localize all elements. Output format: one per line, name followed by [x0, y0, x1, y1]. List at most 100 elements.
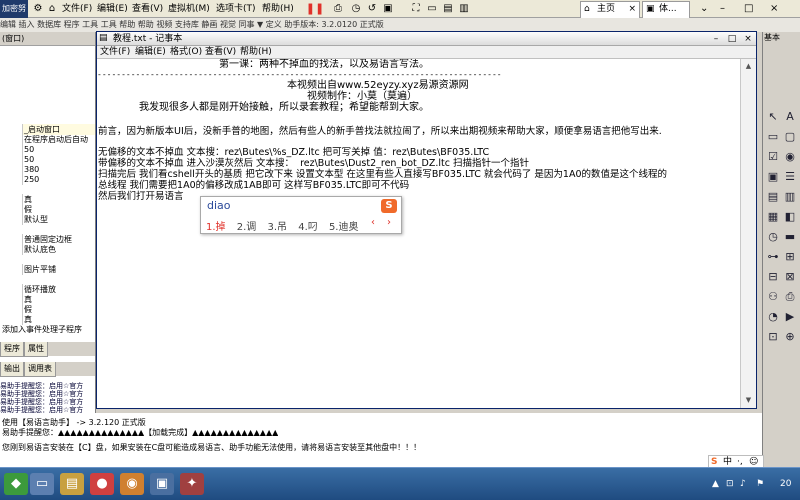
host-menu-edit[interactable]: 编辑(E) [97, 3, 128, 15]
ime-pinyin: diao [207, 199, 231, 212]
host-menu-view[interactable]: 查看(V) [132, 3, 163, 15]
scroll-up-icon[interactable]: ▲ [741, 59, 756, 73]
combobox-tool-icon[interactable]: ▤ [766, 190, 780, 204]
manage-icon[interactable]: ▣ [382, 3, 394, 15]
menu-file[interactable]: 文件(F) [100, 46, 130, 59]
button-tool-icon[interactable]: ▢ [783, 130, 797, 144]
tree-tool-icon[interactable]: ⊟ [766, 270, 780, 284]
desktop-icon[interactable]: ▭ [30, 473, 54, 495]
radio-tool-icon[interactable]: ◉ [783, 150, 797, 164]
prev-page-icon[interactable]: ‹ [371, 217, 375, 228]
up-arrow-icon[interactable]: ▲ [712, 478, 719, 490]
ime-candidate[interactable]: 2.调 [237, 222, 257, 233]
tab-home[interactable]: ⌂ 主页 × [580, 1, 640, 18]
flag-icon[interactable]: ⚑ [756, 478, 764, 490]
listbox-tool-icon[interactable]: ☰ [783, 170, 797, 184]
printer-tool-icon[interactable]: ⎙ [783, 290, 797, 304]
fullscreen-icon[interactable]: ⛶ [410, 3, 422, 15]
app-icon[interactable]: ● [90, 473, 114, 495]
tab-properties[interactable]: 属性 [24, 342, 48, 357]
vertical-scrollbar[interactable]: ▲ ▼ [740, 59, 756, 408]
game-icon[interactable]: ✦ [180, 473, 204, 495]
add-event-handler[interactable]: 添加入事件处理子程序 [0, 324, 95, 335]
minimize-icon[interactable]: – [720, 3, 725, 15]
menu-view[interactable]: 查看(V) [205, 46, 236, 59]
chevron-down-icon[interactable]: ⌄ [700, 3, 708, 15]
host-menu-help[interactable]: 帮助(H) [262, 3, 294, 15]
log-line: 易助手提醒您：启用☆官方 [0, 382, 84, 390]
host-menu-vm[interactable]: 虚拟机(M) [168, 3, 210, 15]
folder-icon[interactable]: ▣ [150, 473, 174, 495]
text-line: 无偏移的文本不掉血 文本搜：rez\Butes\%s_DZ.ltc 把可写关掉 … [98, 147, 490, 158]
ime-candidate[interactable]: 4.叼 [298, 222, 318, 233]
notepad-text-area[interactable]: 第一课：两种不掉血的找法，以及易语言写法。 ------------------… [97, 59, 740, 408]
pause-button[interactable]: ❚❚ ▾ [304, 2, 326, 29]
network-icon[interactable]: ⊡ [726, 478, 734, 490]
scroll-down-icon[interactable]: ▼ [741, 393, 756, 407]
ime-candidates: 1.掉 2.调 3.吊 4.叼 5.迪奥 [206, 218, 366, 233]
host-menu-file[interactable]: 文件(F) [62, 3, 92, 15]
label-tool-icon[interactable]: A [783, 110, 797, 124]
explorer-icon[interactable]: ▤ [60, 473, 84, 495]
ime-candidate[interactable]: 5.迪奥 [329, 222, 359, 233]
property-panel: (窗口) _启动窗口 在程序启动后自动 50 50 380 250 真假默认型 普通固定边框默… [0, 32, 96, 467]
next-page-icon[interactable]: › [387, 217, 391, 228]
ime-candidate[interactable]: 1.掉 [206, 222, 226, 233]
revert-icon[interactable]: ↺ [366, 3, 378, 15]
slider-tool-icon[interactable]: ⊶ [766, 250, 780, 264]
edit-tool-icon[interactable]: ▭ [766, 130, 780, 144]
shape-tool-icon[interactable]: ◧ [783, 210, 797, 224]
notepad-title: 教程.txt - 记事本 [113, 34, 183, 44]
clock[interactable]: 20 [780, 478, 791, 490]
socket-tool-icon[interactable]: ⚇ [766, 290, 780, 304]
scrollbar-tool-icon[interactable]: ▥ [783, 190, 797, 204]
checkbox-tool-icon[interactable]: ☑ [766, 150, 780, 164]
text-line: ----------------------------------------… [97, 70, 502, 79]
menu-format[interactable]: 格式(O) [170, 46, 202, 59]
component-selector[interactable]: (窗口) [0, 32, 95, 46]
tab-tool-icon[interactable]: ⊞ [783, 250, 797, 264]
host-title-bar: 加密努 ⚙ ⌂ 文件(F) 编辑(E) 查看(V) 虚拟机(M) 选项卡(T) … [0, 0, 800, 29]
send-keys-icon[interactable]: ⎙ [332, 3, 344, 15]
home-tab-icon: ⌂ [584, 4, 590, 14]
console-icon[interactable]: ▥ [458, 3, 470, 15]
grid-tool-icon[interactable]: ⊠ [783, 270, 797, 284]
text-line: 扫描完后 我们看cshell开头的基质 把它改下来 设置文本型 在这里有些人直接… [98, 169, 668, 180]
link-tool-icon[interactable]: ⊕ [783, 330, 797, 344]
close-icon[interactable]: × [741, 33, 755, 45]
unity-icon[interactable]: ▭ [426, 3, 438, 15]
gear-icon[interactable]: ⚙ [32, 3, 44, 15]
home-icon[interactable]: ⌂ [46, 3, 58, 15]
minimize-icon[interactable]: – [709, 33, 723, 45]
data-tool-icon[interactable]: ⊡ [766, 330, 780, 344]
tab-vm[interactable]: ▣ 体... [642, 1, 690, 18]
menu-edit[interactable]: 编辑(E) [135, 46, 166, 59]
ime-candidate[interactable]: 3.吊 [267, 222, 287, 233]
media-icon[interactable]: ◉ [120, 473, 144, 495]
volume-icon[interactable]: ♪ [740, 478, 746, 490]
maximize-icon[interactable]: □ [725, 33, 739, 45]
menu-help[interactable]: 帮助(H) [240, 46, 272, 59]
maximize-icon[interactable]: □ [744, 3, 753, 15]
text-line: 带偏移的文本不掉血 进入沙漠灰然后 文本搜： rez\Butes\Dust2_r… [98, 158, 529, 169]
tab-program[interactable]: 程序 [0, 342, 24, 357]
tab-output[interactable]: 输出 [0, 362, 24, 377]
host-menu-tabs[interactable]: 选项卡(T) [216, 3, 256, 15]
vm-tab-icon: ▣ [646, 4, 655, 14]
image-tool-icon[interactable]: ▦ [766, 210, 780, 224]
tab-call-table[interactable]: 调用表 [24, 362, 56, 377]
clock-tool-icon[interactable]: ◔ [766, 310, 780, 324]
ide-toolbar: 编辑 插入 数据库 程序 工具 工具 帮助 帮助 视频 支持库 静画 视觉 同事… [0, 18, 800, 32]
start-icon[interactable]: ◆ [4, 473, 28, 495]
app-logo: 加密努 [0, 0, 28, 18]
close-icon[interactable]: × [628, 2, 636, 17]
media-tool-icon[interactable]: ▶ [783, 310, 797, 324]
view-icon[interactable]: ▤ [442, 3, 454, 15]
groupbox-tool-icon[interactable]: ▣ [766, 170, 780, 184]
close-window-icon[interactable]: × [770, 3, 778, 15]
progress-tool-icon[interactable]: ▬ [783, 230, 797, 244]
timer-tool-icon[interactable]: ◷ [766, 230, 780, 244]
pointer-tool-icon[interactable]: ↖ [766, 110, 780, 124]
system-tray: ▲ ⊡ ♪ ⚑ 20 [706, 468, 800, 500]
snapshot-icon[interactable]: ◷ [350, 3, 362, 15]
